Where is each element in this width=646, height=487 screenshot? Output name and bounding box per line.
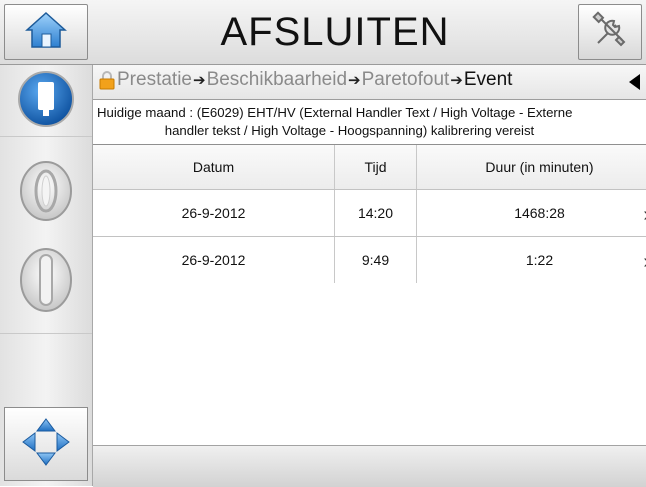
cell-duur: 1468:28: [416, 190, 646, 236]
printer-status-button[interactable]: [0, 67, 92, 135]
home-button[interactable]: [4, 4, 88, 60]
table-header: Datum Tijd Duur (in minuten): [93, 145, 646, 190]
back-triangle-icon[interactable]: [629, 74, 640, 90]
column-header-duur: Duur (in minuten): [416, 145, 646, 189]
breadcrumb-arrow-icon: ➔: [348, 72, 361, 89]
sidebar: [0, 65, 93, 486]
cell-datum: 26-9-2012: [181, 205, 246, 221]
start-jet-icon: [16, 159, 76, 228]
table-row[interactable]: 26-9-2012 9:49 1:22 ›: [93, 237, 646, 284]
footer-bar: [93, 445, 646, 487]
sidebar-divider: [0, 136, 92, 137]
cell-duur: 1:22: [416, 237, 646, 283]
printer-status-icon: [16, 69, 76, 134]
stop-jet-button[interactable]: [0, 237, 92, 327]
breadcrumb-item-paretofout[interactable]: Paretofout: [362, 69, 450, 91]
sidebar-divider: [0, 333, 92, 334]
cell-datum: 26-9-2012: [181, 252, 246, 268]
table-empty-area: [93, 283, 646, 445]
breadcrumb: Prestatie ➔ Beschikbaarheid ➔ Paretofout…: [93, 65, 646, 100]
fault-description: Huidige maand : (E6029) EHT/HV (External…: [93, 100, 646, 145]
breadcrumb-arrow-icon: ➔: [450, 72, 463, 89]
breadcrumb-item-event: Event: [463, 69, 513, 90]
fault-description-line-1: Huidige maand : (E6029) EHT/HV (External…: [97, 105, 573, 120]
breadcrumb-item-beschikbaarheid[interactable]: Beschikbaarheid: [207, 69, 347, 91]
tools-button[interactable]: [578, 4, 642, 60]
cell-tijd: 14:20: [334, 190, 416, 236]
column-header-datum: Datum: [192, 159, 235, 175]
start-jet-button[interactable]: [0, 153, 92, 233]
breadcrumb-arrow-icon: ➔: [192, 72, 206, 89]
lock-icon: [99, 70, 115, 90]
app-window: AFSLUITEN Prestatie ➔ Beschikbaarheid ➔ …: [0, 0, 646, 487]
navigation-button[interactable]: [4, 407, 88, 481]
cell-tijd: 9:49: [334, 237, 416, 283]
page-title: AFSLUITEN: [220, 9, 450, 54]
stop-jet-icon: [16, 245, 76, 320]
table-row[interactable]: 26-9-2012 14:20 1468:28 ›: [93, 190, 646, 237]
fault-description-line-2: handler tekst / High Voltage - Hoogspann…: [164, 123, 535, 138]
home-icon: [24, 10, 68, 55]
navigation-arrows-icon: [21, 417, 71, 472]
tools-icon: [590, 10, 630, 55]
breadcrumb-item-prestatie[interactable]: Prestatie: [117, 69, 192, 91]
top-bar: AFSLUITEN: [0, 0, 646, 65]
column-header-tijd: Tijd: [334, 145, 416, 189]
